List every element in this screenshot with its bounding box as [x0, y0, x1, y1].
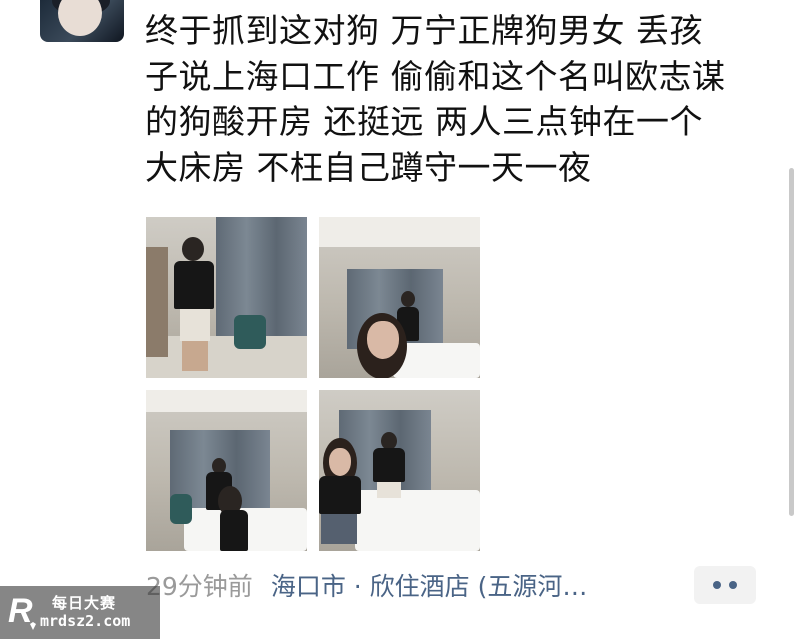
post-text-line: 大床房 不枉自己蹲守一天一夜: [145, 147, 592, 187]
post-location-link[interactable]: 海口市 · 欣住酒店 (五源河…: [271, 572, 588, 601]
scrollbar[interactable]: [789, 168, 794, 516]
watermark-title: 每日大赛: [52, 594, 117, 612]
post-photo-2[interactable]: [319, 217, 480, 378]
watermark: R 每日大赛 mrdsz2.com: [0, 586, 160, 639]
more-button[interactable]: [694, 566, 756, 604]
svg-text:R: R: [8, 592, 33, 630]
post-text-line: 的狗酸开房 还挺远 两人三点钟在一个: [145, 102, 703, 141]
user-avatar[interactable]: [40, 0, 124, 42]
watermark-url: mrdsz2.com: [40, 612, 131, 630]
post-text: 终于抓到这对狗 万宁正牌狗男女 丢孩 子说上海口工作 偷偷和这个名叫欧志谋 的狗…: [145, 8, 765, 190]
post-photo-4[interactable]: [319, 390, 480, 551]
post-text-line: 子说上海口工作 偷偷和这个名叫欧志谋: [145, 56, 726, 96]
more-dots-icon: [713, 581, 721, 589]
post-photo-3[interactable]: [146, 390, 307, 551]
post-text-line: 终于抓到这对狗 万宁正牌狗男女 丢孩: [145, 11, 703, 50]
post-photo-1[interactable]: [146, 217, 307, 378]
post-time: 29分钟前: [146, 572, 253, 601]
more-dots-icon: [729, 581, 737, 589]
post-meta: 29分钟前 海口市 · 欣住酒店 (五源河…: [146, 567, 587, 607]
